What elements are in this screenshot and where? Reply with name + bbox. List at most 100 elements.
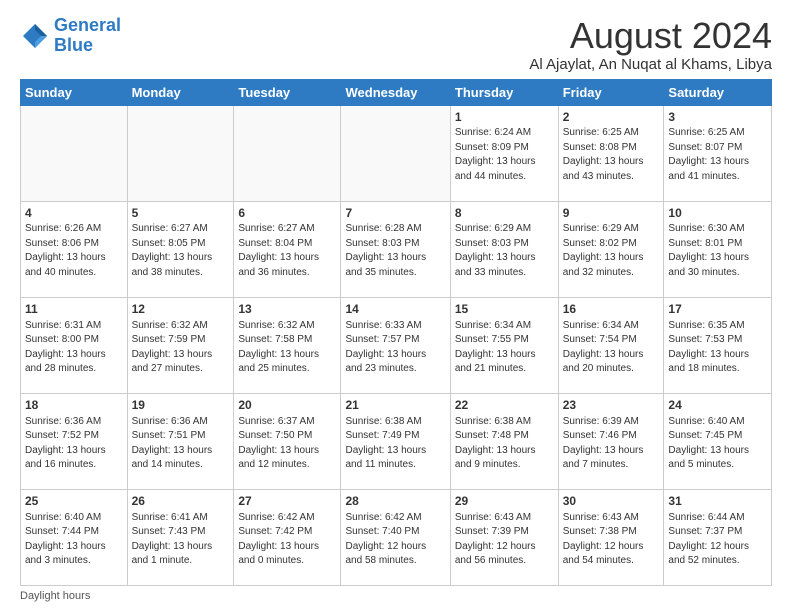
day-number: 1 xyxy=(455,109,554,126)
calendar-cell: 25Sunrise: 6:40 AM Sunset: 7:44 PM Dayli… xyxy=(21,489,128,585)
calendar-cell: 27Sunrise: 6:42 AM Sunset: 7:42 PM Dayli… xyxy=(234,489,341,585)
calendar-table: SundayMondayTuesdayWednesdayThursdayFrid… xyxy=(20,79,772,586)
day-info: Sunrise: 6:34 AM Sunset: 7:54 PM Dayligh… xyxy=(563,319,660,377)
day-info: Sunrise: 6:40 AM Sunset: 7:45 PM Dayligh… xyxy=(668,415,767,473)
day-number: 24 xyxy=(668,397,767,414)
day-info: Sunrise: 6:27 AM Sunset: 8:05 PM Dayligh… xyxy=(132,222,230,280)
logo: General Blue xyxy=(20,16,121,56)
day-number: 18 xyxy=(25,397,123,414)
footer: Daylight hours xyxy=(20,590,772,602)
calendar-header-wednesday: Wednesday xyxy=(341,79,450,105)
calendar-header-row: SundayMondayTuesdayWednesdayThursdayFrid… xyxy=(21,79,772,105)
calendar-cell: 3Sunrise: 6:25 AM Sunset: 8:07 PM Daylig… xyxy=(664,105,772,201)
calendar-header-friday: Friday xyxy=(558,79,664,105)
day-number: 2 xyxy=(563,109,660,126)
logo-line2: Blue xyxy=(54,35,93,55)
calendar-header-sunday: Sunday xyxy=(21,79,128,105)
day-info: Sunrise: 6:44 AM Sunset: 7:37 PM Dayligh… xyxy=(668,511,767,569)
calendar-cell: 9Sunrise: 6:29 AM Sunset: 8:02 PM Daylig… xyxy=(558,201,664,297)
calendar-cell: 18Sunrise: 6:36 AM Sunset: 7:52 PM Dayli… xyxy=(21,393,128,489)
day-info: Sunrise: 6:38 AM Sunset: 7:49 PM Dayligh… xyxy=(345,415,445,473)
day-number: 25 xyxy=(25,493,123,510)
calendar-week-1: 4Sunrise: 6:26 AM Sunset: 8:06 PM Daylig… xyxy=(21,201,772,297)
calendar-cell: 4Sunrise: 6:26 AM Sunset: 8:06 PM Daylig… xyxy=(21,201,128,297)
day-info: Sunrise: 6:39 AM Sunset: 7:46 PM Dayligh… xyxy=(563,415,660,473)
day-number: 14 xyxy=(345,301,445,318)
calendar-week-3: 18Sunrise: 6:36 AM Sunset: 7:52 PM Dayli… xyxy=(21,393,772,489)
calendar-cell: 2Sunrise: 6:25 AM Sunset: 8:08 PM Daylig… xyxy=(558,105,664,201)
day-number: 5 xyxy=(132,205,230,222)
day-number: 20 xyxy=(238,397,336,414)
day-info: Sunrise: 6:41 AM Sunset: 7:43 PM Dayligh… xyxy=(132,511,230,569)
day-number: 27 xyxy=(238,493,336,510)
calendar-cell: 10Sunrise: 6:30 AM Sunset: 8:01 PM Dayli… xyxy=(664,201,772,297)
calendar-cell: 12Sunrise: 6:32 AM Sunset: 7:59 PM Dayli… xyxy=(127,297,234,393)
day-info: Sunrise: 6:25 AM Sunset: 8:08 PM Dayligh… xyxy=(563,126,660,184)
day-number: 19 xyxy=(132,397,230,414)
calendar-header-monday: Monday xyxy=(127,79,234,105)
day-number: 21 xyxy=(345,397,445,414)
calendar-cell: 30Sunrise: 6:43 AM Sunset: 7:38 PM Dayli… xyxy=(558,489,664,585)
calendar-week-4: 25Sunrise: 6:40 AM Sunset: 7:44 PM Dayli… xyxy=(21,489,772,585)
day-number: 9 xyxy=(563,205,660,222)
day-number: 15 xyxy=(455,301,554,318)
calendar-cell: 19Sunrise: 6:36 AM Sunset: 7:51 PM Dayli… xyxy=(127,393,234,489)
day-number: 30 xyxy=(563,493,660,510)
day-info: Sunrise: 6:28 AM Sunset: 8:03 PM Dayligh… xyxy=(345,222,445,280)
day-number: 6 xyxy=(238,205,336,222)
day-info: Sunrise: 6:42 AM Sunset: 7:40 PM Dayligh… xyxy=(345,511,445,569)
calendar-cell xyxy=(341,105,450,201)
day-number: 11 xyxy=(25,301,123,318)
day-info: Sunrise: 6:26 AM Sunset: 8:06 PM Dayligh… xyxy=(25,222,123,280)
calendar-cell: 20Sunrise: 6:37 AM Sunset: 7:50 PM Dayli… xyxy=(234,393,341,489)
day-info: Sunrise: 6:43 AM Sunset: 7:39 PM Dayligh… xyxy=(455,511,554,569)
calendar-cell: 1Sunrise: 6:24 AM Sunset: 8:09 PM Daylig… xyxy=(450,105,558,201)
calendar-cell: 31Sunrise: 6:44 AM Sunset: 7:37 PM Dayli… xyxy=(664,489,772,585)
calendar-cell: 26Sunrise: 6:41 AM Sunset: 7:43 PM Dayli… xyxy=(127,489,234,585)
day-number: 22 xyxy=(455,397,554,414)
day-info: Sunrise: 6:36 AM Sunset: 7:52 PM Dayligh… xyxy=(25,415,123,473)
calendar-cell: 17Sunrise: 6:35 AM Sunset: 7:53 PM Dayli… xyxy=(664,297,772,393)
calendar-cell xyxy=(21,105,128,201)
day-info: Sunrise: 6:36 AM Sunset: 7:51 PM Dayligh… xyxy=(132,415,230,473)
day-number: 28 xyxy=(345,493,445,510)
logo-line1: General xyxy=(54,15,121,35)
calendar-cell: 16Sunrise: 6:34 AM Sunset: 7:54 PM Dayli… xyxy=(558,297,664,393)
calendar-week-2: 11Sunrise: 6:31 AM Sunset: 8:00 PM Dayli… xyxy=(21,297,772,393)
day-number: 17 xyxy=(668,301,767,318)
day-info: Sunrise: 6:30 AM Sunset: 8:01 PM Dayligh… xyxy=(668,222,767,280)
page: General Blue August 2024 Al Ajaylat, An … xyxy=(0,0,792,612)
calendar-cell: 11Sunrise: 6:31 AM Sunset: 8:00 PM Dayli… xyxy=(21,297,128,393)
calendar-cell: 28Sunrise: 6:42 AM Sunset: 7:40 PM Dayli… xyxy=(341,489,450,585)
logo-text: General Blue xyxy=(54,16,121,56)
month-year: August 2024 xyxy=(529,16,772,56)
day-info: Sunrise: 6:33 AM Sunset: 7:57 PM Dayligh… xyxy=(345,319,445,377)
location: Al Ajaylat, An Nuqat al Khams, Libya xyxy=(529,56,772,73)
calendar-cell: 6Sunrise: 6:27 AM Sunset: 8:04 PM Daylig… xyxy=(234,201,341,297)
day-info: Sunrise: 6:29 AM Sunset: 8:02 PM Dayligh… xyxy=(563,222,660,280)
day-info: Sunrise: 6:40 AM Sunset: 7:44 PM Dayligh… xyxy=(25,511,123,569)
day-number: 23 xyxy=(563,397,660,414)
calendar-cell: 7Sunrise: 6:28 AM Sunset: 8:03 PM Daylig… xyxy=(341,201,450,297)
day-number: 26 xyxy=(132,493,230,510)
calendar-cell xyxy=(234,105,341,201)
calendar-header-tuesday: Tuesday xyxy=(234,79,341,105)
calendar-cell: 5Sunrise: 6:27 AM Sunset: 8:05 PM Daylig… xyxy=(127,201,234,297)
day-number: 4 xyxy=(25,205,123,222)
calendar-cell: 29Sunrise: 6:43 AM Sunset: 7:39 PM Dayli… xyxy=(450,489,558,585)
day-info: Sunrise: 6:34 AM Sunset: 7:55 PM Dayligh… xyxy=(455,319,554,377)
title-block: August 2024 Al Ajaylat, An Nuqat al Kham… xyxy=(529,16,772,73)
day-info: Sunrise: 6:43 AM Sunset: 7:38 PM Dayligh… xyxy=(563,511,660,569)
calendar-week-0: 1Sunrise: 6:24 AM Sunset: 8:09 PM Daylig… xyxy=(21,105,772,201)
day-number: 31 xyxy=(668,493,767,510)
day-info: Sunrise: 6:37 AM Sunset: 7:50 PM Dayligh… xyxy=(238,415,336,473)
day-number: 16 xyxy=(563,301,660,318)
day-number: 29 xyxy=(455,493,554,510)
calendar-cell xyxy=(127,105,234,201)
calendar-cell: 22Sunrise: 6:38 AM Sunset: 7:48 PM Dayli… xyxy=(450,393,558,489)
day-info: Sunrise: 6:31 AM Sunset: 8:00 PM Dayligh… xyxy=(25,319,123,377)
calendar-header-saturday: Saturday xyxy=(664,79,772,105)
daylight-label: Daylight hours xyxy=(20,590,90,602)
calendar-cell: 21Sunrise: 6:38 AM Sunset: 7:49 PM Dayli… xyxy=(341,393,450,489)
calendar-cell: 8Sunrise: 6:29 AM Sunset: 8:03 PM Daylig… xyxy=(450,201,558,297)
